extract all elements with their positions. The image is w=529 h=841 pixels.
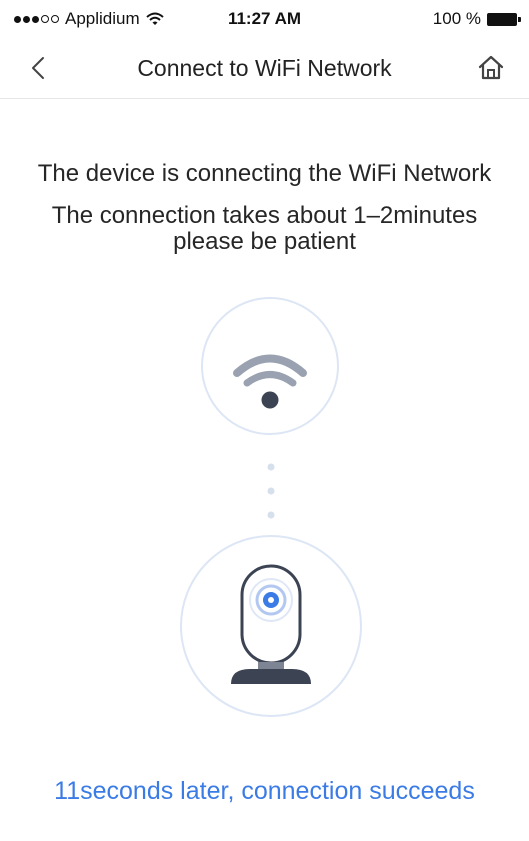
battery-icon [487,12,521,26]
camera-icon [180,535,362,717]
status-right: 100 % [432,9,521,29]
home-icon [478,55,504,80]
page-title: Connect to WiFi Network [137,55,392,81]
wifi-icon [201,297,339,435]
patience-line: please be patient [173,228,356,255]
duration-line: The connection takes about 1–2minutes [51,202,478,229]
chevron-left-icon [32,57,44,79]
countdown-status: 11seconds later, connection succeeds [54,777,475,805]
connection-illustration [180,297,362,717]
connecting-message: The device is connecting the WiFi Networ… [37,160,492,187]
status-bar: Applidium 11:27 AM 100 % [0,0,529,38]
home-button[interactable] [473,50,509,86]
navigation-bar: Connect to WiFi Network [0,38,529,99]
back-button[interactable] [20,50,56,86]
duration-message: The connection takes about 1–2minutes pl… [0,203,529,255]
connecting-dots [267,463,275,519]
battery-percent: 100 % [432,9,481,28]
